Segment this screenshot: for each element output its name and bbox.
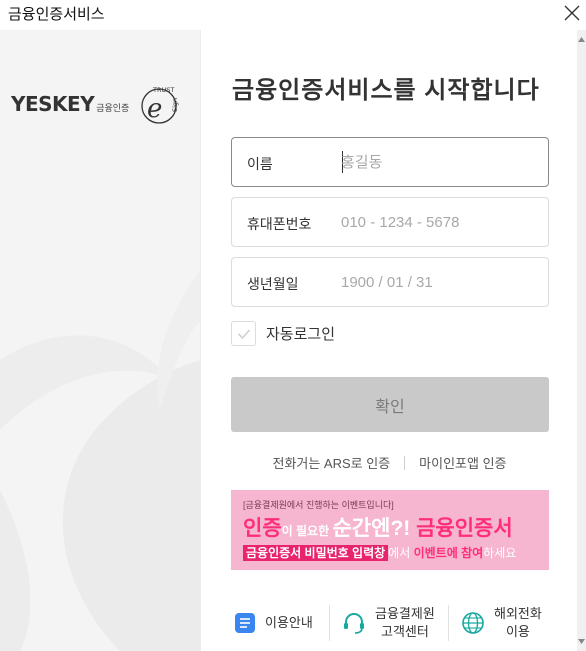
customer-center-link[interactable]: 금융결제원고객센터 [342, 598, 448, 648]
banner-headline: 인증이 필요한 순간엔?! 금융인증서 [243, 512, 513, 542]
brand-logo: YESKEY 금융인증 TRUST e Sign [11, 82, 183, 126]
auto-login-label: 자동로그인 [266, 326, 336, 343]
name-label: 이름 [247, 156, 273, 172]
confirm-button[interactable]: 확인 [231, 377, 549, 432]
guide-label: 이용안내 [265, 615, 313, 630]
esign-logo-icon: TRUST e Sign [141, 86, 179, 124]
customer-center-line1: 금융결제원 [375, 606, 435, 621]
guide-link[interactable]: 이용안내 [234, 598, 329, 648]
window-title: 금융인증서비스 [8, 6, 105, 23]
event-banner[interactable]: [금융결제원에서 진행하는 이벤트입니다] 인증이 필요한 순간엔?! 금융인증… [231, 490, 549, 570]
overseas-call-label: 해외전화이용 [494, 605, 542, 641]
footer-divider [329, 605, 330, 641]
scrollbar[interactable] [577, 30, 586, 651]
brand-name: YESKEY [11, 92, 95, 116]
link-divider [404, 455, 406, 470]
banner-headline-b: 이 필요한 [281, 524, 333, 538]
birthdate-input[interactable] [341, 270, 536, 294]
name-input[interactable] [341, 150, 536, 174]
overseas-call-line2: 이용 [505, 624, 530, 639]
brand-panel: YESKEY 금융인증 TRUST e Sign [0, 30, 201, 651]
headset-icon [344, 613, 364, 634]
banner-subline: 금융인증서 비밀번호 입력창 에서 이벤트에 참여하세요 [243, 544, 516, 561]
myinfo-app-auth-link[interactable]: 마이인포앱 인증 [419, 453, 506, 472]
footer-links: 이용안내 금융결제원고객센터 해외전화이용 [202, 598, 577, 648]
page-title: 금융인증서비스를 시작합니다 [232, 77, 540, 104]
esign-badge-letter: e [147, 94, 162, 124]
banner-subline-mid: 에서 [388, 546, 414, 560]
close-icon[interactable] [556, 0, 586, 26]
globe-icon [462, 612, 484, 634]
phone-input[interactable] [341, 210, 536, 234]
banner-subline-end: 하세요 [483, 546, 517, 560]
banner-headline-a: 인증 [243, 517, 282, 540]
auto-login-checkbox[interactable] [231, 321, 256, 346]
esign-badge-side: Sign [171, 98, 179, 112]
ars-auth-link[interactable]: 전화거는 ARS로 인증 [272, 453, 390, 472]
brand-subtitle: 금융인증 [96, 102, 130, 113]
check-icon [237, 328, 250, 339]
scroll-down-icon[interactable] [577, 637, 586, 645]
banner-headline-c: 순간엔?! [332, 517, 411, 540]
customer-center-line2: 고객센터 [380, 624, 429, 639]
name-field[interactable]: 이름 [231, 137, 549, 187]
phone-field[interactable]: 휴대폰번호 [231, 197, 549, 247]
banner-notice: [금융결제원에서 진행하는 이벤트입니다] [243, 500, 394, 510]
birthdate-label: 생년월일 [247, 276, 299, 292]
overseas-call-link[interactable]: 해외전화이용 [461, 598, 561, 648]
scroll-up-icon[interactable] [577, 36, 586, 44]
alternative-auth-links: 전화거는 ARS로 인증 마이인포앱 인증 [202, 453, 577, 472]
overseas-call-line1: 해외전화 [494, 606, 542, 621]
phone-label: 휴대폰번호 [247, 216, 312, 232]
birthdate-field[interactable]: 생년월일 [231, 257, 549, 307]
guide-icon [235, 613, 255, 633]
banner-subline-highlight: 금융인증서 비밀번호 입력창 [243, 545, 389, 561]
window-titlebar: 금융인증서비스 [0, 0, 586, 30]
customer-center-label: 금융결제원고객센터 [375, 605, 435, 641]
banner-headline-d: 금융인증서 [410, 517, 513, 540]
footer-divider [448, 605, 449, 641]
banner-subline-emphasis: 이벤트에 참여 [413, 546, 484, 560]
auto-login-toggle[interactable]: 자동로그인 [231, 321, 335, 346]
auth-form-panel: 금융인증서비스를 시작합니다 이름 휴대폰번호 생년월일 자동로그인 확인 전화… [202, 30, 577, 651]
esign-badge-top: TRUST [152, 86, 174, 94]
